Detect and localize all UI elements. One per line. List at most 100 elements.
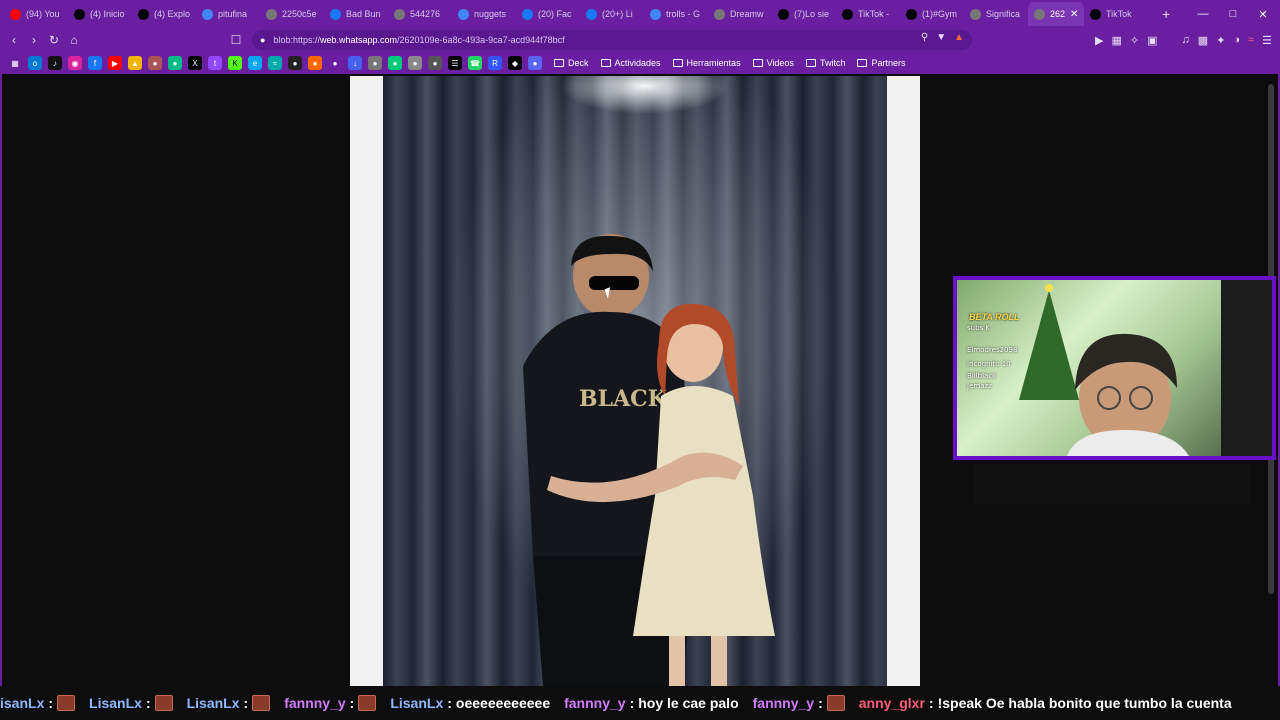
- bookmark-icon[interactable]: ●: [328, 56, 342, 70]
- screenshot-icon[interactable]: ▣: [1147, 34, 1157, 47]
- chat-separator: :: [48, 695, 54, 711]
- edge-icon[interactable]: e: [248, 56, 262, 70]
- bookmarks-bar: ▦ o ♪ ◉ f ▶ ▲ ● ● X t K e ≈ ● ● ● ↓ ● ● …: [0, 52, 1280, 74]
- chat-username: fannny_y: [752, 695, 815, 711]
- apps-grid-icon[interactable]: ▦: [8, 56, 22, 70]
- bookmark-folder-label: Deck: [568, 58, 589, 68]
- bookmark-icon[interactable]: ●: [428, 56, 442, 70]
- tab[interactable]: (7)Lo sie: [772, 2, 836, 26]
- facebook-icon[interactable]: f: [88, 56, 102, 70]
- download-icon[interactable]: ↓: [348, 56, 362, 70]
- site-info-icon[interactable]: ●: [260, 35, 265, 45]
- tab[interactable]: 262 ✕: [1028, 2, 1084, 26]
- folder-icon: [752, 59, 763, 67]
- tab[interactable]: (4) Explo: [132, 2, 196, 26]
- music-icon[interactable]: ♫: [1182, 34, 1190, 46]
- bookmark-icon[interactable]: R: [488, 56, 502, 70]
- home-button[interactable]: ⌂: [64, 30, 84, 50]
- folder-icon: [554, 59, 564, 67]
- tiktok-icon: [842, 8, 853, 20]
- tab[interactable]: trolls - G: [644, 2, 708, 26]
- globe-icon: [970, 8, 981, 20]
- bookmark-icon[interactable]: ☐: [226, 30, 246, 50]
- outlook-icon[interactable]: o: [28, 56, 42, 70]
- globe-icon: [1034, 8, 1045, 20]
- extension-icon[interactable]: ▦: [1112, 34, 1122, 47]
- reload-button[interactable]: ↻: [44, 30, 64, 50]
- bookmark-icon[interactable]: ●: [408, 56, 422, 70]
- bookmark-folder[interactable]: Partners: [857, 58, 905, 68]
- shield-icon[interactable]: ◑: [1233, 34, 1240, 46]
- tab[interactable]: nuggets: [452, 2, 516, 26]
- bookmark-icon[interactable]: ●: [168, 56, 182, 70]
- drive-icon[interactable]: ▲: [128, 56, 142, 70]
- google-icon: [458, 8, 469, 20]
- minimize-button[interactable]: —: [1188, 0, 1218, 28]
- puzzle-icon[interactable]: ✧: [1130, 34, 1139, 47]
- tab[interactable]: Bad Bun: [324, 2, 388, 26]
- tab[interactable]: (20) Fac: [516, 2, 580, 26]
- back-button[interactable]: ‹: [4, 30, 24, 50]
- tab[interactable]: Significa: [964, 2, 1028, 26]
- wallet-icon[interactable]: ▩: [1198, 34, 1208, 47]
- instagram-icon[interactable]: ◉: [68, 56, 82, 70]
- tiktok-icon: [1090, 8, 1101, 20]
- alert-icon[interactable]: ▲: [954, 32, 964, 43]
- tab[interactable]: TikTok -: [836, 2, 900, 26]
- tab[interactable]: (1)#Gym: [900, 2, 964, 26]
- tab[interactable]: 2250c5e: [260, 2, 324, 26]
- close-window-button[interactable]: ✕: [1248, 0, 1278, 28]
- close-tab-icon[interactable]: ✕: [1070, 9, 1078, 20]
- tab[interactable]: (4) Inicio: [68, 2, 132, 26]
- chat-message: fannny_y: hoy le cae palo: [564, 695, 739, 711]
- bookmark-folder[interactable]: Deck: [554, 58, 589, 68]
- url-input[interactable]: ● blob:https://web.whatsapp.com/2620109e…: [252, 30, 972, 50]
- photo-image: BLACK: [383, 76, 887, 686]
- bookmark-icon[interactable]: ●: [148, 56, 162, 70]
- bookmark-icon[interactable]: ☰: [448, 56, 462, 70]
- bookmark-folder[interactable]: Actividades: [600, 58, 661, 68]
- discord-icon[interactable]: ●: [528, 56, 542, 70]
- bookmark-icon[interactable]: ●: [368, 56, 382, 70]
- bookmark-icon[interactable]: ≈: [268, 56, 282, 70]
- forward-button[interactable]: ›: [24, 30, 44, 50]
- ai-icon[interactable]: ✦: [1216, 34, 1225, 47]
- bookmark-folder[interactable]: Twitch: [805, 58, 846, 68]
- bookmark-folder-label: Twitch: [819, 58, 846, 68]
- bookmark-folder[interactable]: Herramientas: [672, 58, 741, 68]
- x-icon[interactable]: X: [188, 56, 202, 70]
- bookmark-folder[interactable]: Videos: [752, 58, 794, 68]
- tab-label: (20) Fac: [538, 9, 572, 19]
- zoom-icon[interactable]: ⚲: [921, 32, 928, 43]
- chat-text: !speak Oe habla bonito que tumbo la cuen…: [937, 695, 1232, 711]
- youtube-icon[interactable]: ▶: [108, 56, 122, 70]
- chat-text: oeeeeeeeeeee: [455, 695, 551, 711]
- whatsapp-icon[interactable]: ☎: [468, 56, 482, 70]
- address-bar-row: ‹ › ↻ ⌂ ☐ ● blob:https://web.whatsapp.co…: [0, 28, 1280, 52]
- chat-separator: :: [349, 695, 355, 711]
- bookmark-icon[interactable]: ●: [388, 56, 402, 70]
- extension-icon[interactable]: ▶: [1095, 34, 1103, 47]
- kick-icon[interactable]: K: [228, 56, 242, 70]
- chair: [1221, 280, 1272, 456]
- twitch-icon[interactable]: t: [208, 56, 222, 70]
- tab[interactable]: 544276: [388, 2, 452, 26]
- tab[interactable]: Dreamw: [708, 2, 772, 26]
- vpn-icon[interactable]: ≈: [1248, 34, 1254, 46]
- streamer-shirt: [1067, 430, 1189, 456]
- chat-separator: :: [243, 695, 249, 711]
- tab[interactable]: pitufina: [196, 2, 260, 26]
- new-tab-button[interactable]: +: [1162, 6, 1170, 22]
- bookmark-icon[interactable]: ●: [288, 56, 302, 70]
- bookmark-icon[interactable]: ●: [308, 56, 322, 70]
- tiktok-icon[interactable]: ♪: [48, 56, 62, 70]
- webcam-overlay: BETA ROLL subs K Elmodres2098 Incognito …: [953, 276, 1276, 460]
- tab[interactable]: (20+) Li: [580, 2, 644, 26]
- bookmark-icon[interactable]: ◆: [508, 56, 522, 70]
- google-icon: [202, 8, 213, 20]
- tab[interactable]: (94) You: [4, 2, 68, 26]
- maximize-button[interactable]: □: [1218, 0, 1248, 28]
- shield-icon[interactable]: ▼: [936, 32, 946, 43]
- menu-icon[interactable]: ☰: [1262, 34, 1272, 47]
- tab[interactable]: TikTok: [1084, 2, 1148, 26]
